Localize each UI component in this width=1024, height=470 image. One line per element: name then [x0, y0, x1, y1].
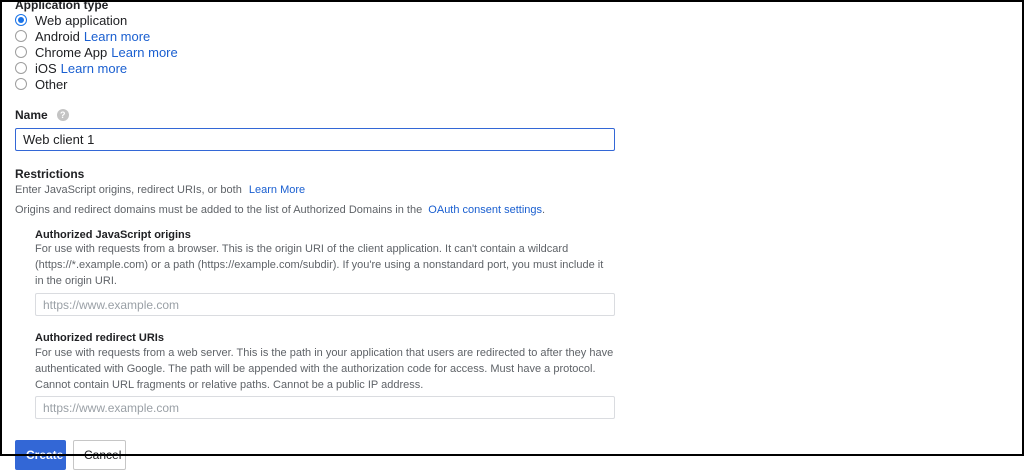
redirect-uris-title: Authorized redirect URIs	[35, 332, 164, 344]
description-line: in the origin URI.	[35, 275, 117, 287]
radio-web-application[interactable]: Web application	[15, 12, 127, 28]
authorized-domains-note: Origins and redirect domains must be add…	[15, 204, 545, 216]
restrictions-description-text: Enter JavaScript origins, redirect URIs,…	[15, 184, 242, 196]
redirect-uri-input[interactable]	[35, 396, 615, 419]
radio-button-checked[interactable]	[15, 14, 27, 26]
description-line: For use with requests from a browser. Th…	[35, 243, 569, 255]
radio-chrome-app[interactable]: Chrome App Learn more	[15, 44, 178, 60]
js-origins-description: For use with requests from a browser. Th…	[35, 241, 625, 289]
radio-other[interactable]: Other	[15, 76, 68, 92]
help-icon[interactable]: ?	[56, 109, 69, 121]
radio-label: iOS	[35, 60, 57, 76]
restrictions-title: Restrictions	[15, 167, 85, 181]
description-line: For use with requests from a web server.…	[35, 347, 614, 359]
application-type-title: Application type	[15, 0, 109, 12]
name-label-row: Name ?	[15, 108, 69, 122]
js-origin-input[interactable]	[35, 293, 615, 316]
radio-android[interactable]: Android Learn more	[15, 28, 150, 44]
cancel-button[interactable]: Cancel	[73, 440, 126, 470]
radio-ios[interactable]: iOS Learn more	[15, 60, 127, 76]
authorized-domains-text: Origins and redirect domains must be add…	[15, 204, 423, 216]
radio-label: Web application	[35, 12, 128, 28]
create-button[interactable]: Create	[15, 440, 66, 470]
oauth-consent-settings-link[interactable]: OAuth consent settings	[428, 204, 542, 216]
radio-button[interactable]	[15, 62, 27, 74]
learn-more-link[interactable]: Learn More	[249, 184, 305, 196]
period: .	[542, 204, 546, 216]
redirect-uris-description: For use with requests from a web server.…	[35, 345, 625, 393]
js-origins-title: Authorized JavaScript origins	[35, 229, 191, 241]
radio-label: Chrome App	[35, 44, 108, 60]
restrictions-description: Enter JavaScript origins, redirect URIs,…	[15, 184, 305, 196]
name-input[interactable]	[15, 128, 615, 151]
description-line: (https://*.example.com) or a path (https…	[35, 259, 604, 271]
learn-more-link[interactable]: Learn more	[61, 61, 127, 76]
radio-label: Other	[35, 76, 68, 92]
description-line: authenticated with Google. The path will…	[35, 363, 596, 375]
learn-more-link[interactable]: Learn more	[84, 29, 150, 44]
radio-label: Android	[35, 28, 80, 44]
description-line: Cannot contain URL fragments or relative…	[35, 379, 424, 391]
name-label: Name	[15, 108, 48, 122]
radio-button[interactable]	[15, 78, 27, 90]
radio-button[interactable]	[15, 30, 27, 42]
learn-more-link[interactable]: Learn more	[111, 45, 177, 60]
radio-button[interactable]	[15, 46, 27, 58]
